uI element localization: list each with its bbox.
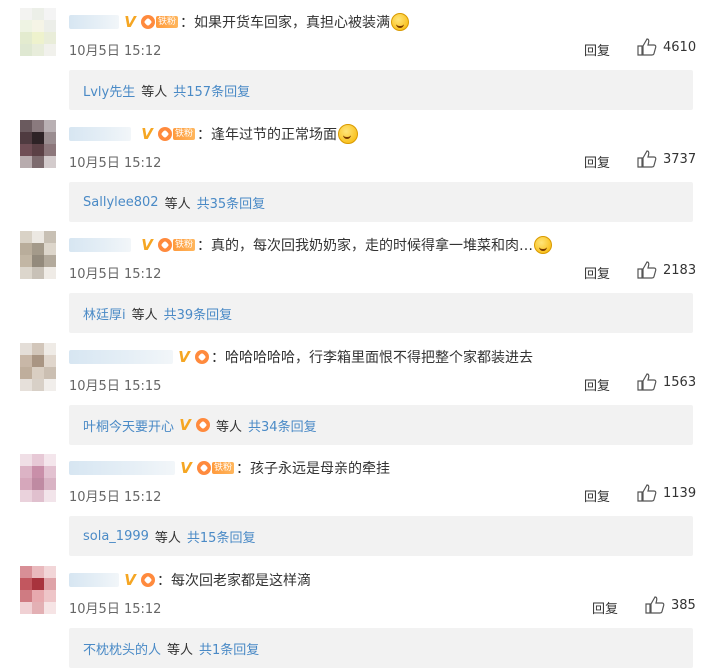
thumbs-up-icon — [637, 261, 657, 279]
comment-text: ：哈哈哈哈哈，行李箱里面恨不得把整个家都装进去 — [211, 350, 533, 366]
subreply-user-link[interactable]: 林廷厚i — [83, 304, 126, 323]
username[interactable] — [69, 127, 131, 141]
subreply-bar: 林廷厚i 等人 共39条回复 — [69, 293, 693, 333]
avatar[interactable] — [20, 566, 56, 614]
subreply-user-link[interactable]: 不枕枕头的人 — [83, 639, 161, 658]
like-count: 2183 — [663, 262, 697, 278]
comment-time: 10月5日 15:15 — [69, 379, 162, 394]
fan-icon — [141, 15, 155, 29]
like-button[interactable]: 1139 — [637, 484, 696, 502]
avatar[interactable] — [20, 231, 56, 279]
subreply-bar: 叶桐今天要开心 V 等人 共34条回复 — [69, 405, 693, 445]
fan-icon — [196, 418, 211, 432]
comment-list: V 铁粉 ：如果开货车回家，真担心被装满 10月5日 15:12 回复 4610… — [0, 0, 714, 668]
like-button[interactable]: 385 — [645, 596, 696, 614]
thumbs-up-icon — [637, 38, 657, 56]
subreply-total-link[interactable]: 共15条回复 — [187, 527, 256, 546]
avatar[interactable] — [20, 343, 56, 391]
comment-time: 10月5日 15:12 — [69, 602, 162, 617]
thumbs-up-icon — [637, 150, 657, 168]
reply-button[interactable]: 回复 — [584, 375, 610, 394]
subreply-etc: 等人 — [167, 642, 194, 658]
subreply-etc: 等人 — [141, 84, 168, 100]
username[interactable] — [69, 238, 131, 252]
laugh-cry-emoji-icon — [534, 236, 553, 254]
subreply-user-link[interactable]: Sallylee802 — [83, 195, 159, 210]
thumbs-up-icon — [637, 484, 657, 502]
fan-badge: 铁粉 — [212, 462, 235, 474]
subreply-bar: Sallylee802 等人 共35条回复 — [69, 182, 693, 222]
fan-badge: 铁粉 — [173, 128, 196, 140]
verified-v-icon: V — [141, 236, 153, 254]
subreply-etc: 等人 — [164, 196, 191, 212]
reply-button[interactable]: 回复 — [592, 598, 618, 617]
fan-icon — [158, 238, 172, 252]
like-count: 3737 — [663, 151, 697, 167]
username[interactable] — [69, 15, 119, 29]
like-button[interactable]: 2183 — [637, 261, 696, 279]
reply-button[interactable]: 回复 — [584, 152, 610, 171]
like-button[interactable]: 4610 — [637, 38, 696, 56]
verified-v-icon: V — [124, 13, 136, 31]
like-count: 1563 — [663, 374, 697, 390]
thumbs-up-icon — [645, 596, 665, 614]
like-button[interactable]: 1563 — [637, 373, 696, 391]
thumbs-up-icon — [637, 373, 657, 391]
subreply-user-link[interactable]: 叶桐今天要开心 — [83, 416, 174, 435]
verified-v-icon: V — [179, 416, 191, 434]
comment-time: 10月5日 15:12 — [69, 267, 162, 282]
subreply-bar: sola_1999 等人 共15条回复 — [69, 516, 693, 556]
fan-icon — [197, 461, 211, 475]
username[interactable] — [69, 461, 175, 475]
subreply-etc: 等人 — [131, 307, 158, 323]
verified-v-icon: V — [124, 571, 136, 589]
reply-button[interactable]: 回复 — [584, 486, 610, 505]
subreply-total-link[interactable]: 共39条回复 — [164, 304, 233, 323]
subreply-etc: 等人 — [216, 419, 243, 435]
like-count: 4610 — [663, 39, 697, 55]
comment-text: ：孩子永远是母亲的牵挂 — [236, 461, 391, 477]
comment-text: ：每次回老家都是这样滴 — [157, 573, 311, 589]
like-count: 385 — [671, 597, 696, 613]
subreply-total-link[interactable]: 共157条回复 — [173, 81, 250, 100]
reply-button[interactable]: 回复 — [584, 40, 610, 59]
fan-icon — [195, 350, 209, 364]
comment-text: ：真的，每次回我奶奶家，走的时候得拿一堆菜和肉… — [197, 238, 534, 254]
avatar[interactable] — [20, 8, 56, 56]
verified-v-icon: V — [178, 348, 190, 366]
avatar[interactable] — [20, 120, 56, 168]
fan-badge: 铁粉 — [173, 239, 196, 251]
comment-time: 10月5日 15:12 — [69, 490, 162, 505]
comment-text: ：逢年过节的正常场面 — [197, 127, 338, 143]
laugh-cry-emoji-icon — [391, 13, 410, 31]
like-count: 1139 — [663, 485, 697, 501]
username[interactable] — [69, 350, 173, 364]
verified-v-icon: V — [180, 459, 192, 477]
subreply-user-link[interactable]: sola_1999 — [83, 529, 149, 544]
comment-time: 10月5日 15:12 — [69, 44, 162, 59]
reply-button[interactable]: 回复 — [584, 263, 610, 282]
comment-text: ：如果开货车回家，真担心被装满 — [180, 15, 391, 31]
username[interactable] — [69, 573, 119, 587]
subreply-etc: 等人 — [154, 530, 181, 546]
subreply-total-link[interactable]: 共1条回复 — [199, 639, 259, 658]
avatar[interactable] — [20, 454, 56, 502]
fan-icon — [158, 127, 172, 141]
subreply-total-link[interactable]: 共35条回复 — [197, 193, 266, 212]
verified-v-icon: V — [141, 125, 153, 143]
smile-emoji-icon — [338, 124, 359, 144]
subreply-total-link[interactable]: 共34条回复 — [248, 416, 317, 435]
comment-time: 10月5日 15:12 — [69, 156, 162, 171]
fan-badge: 铁粉 — [156, 16, 179, 28]
fan-icon — [141, 573, 155, 587]
subreply-bar: 不枕枕头的人 等人 共1条回复 — [69, 628, 693, 668]
subreply-user-link[interactable]: Lvly先生 — [83, 81, 135, 100]
like-button[interactable]: 3737 — [637, 150, 696, 168]
subreply-bar: Lvly先生 等人 共157条回复 — [69, 70, 693, 110]
